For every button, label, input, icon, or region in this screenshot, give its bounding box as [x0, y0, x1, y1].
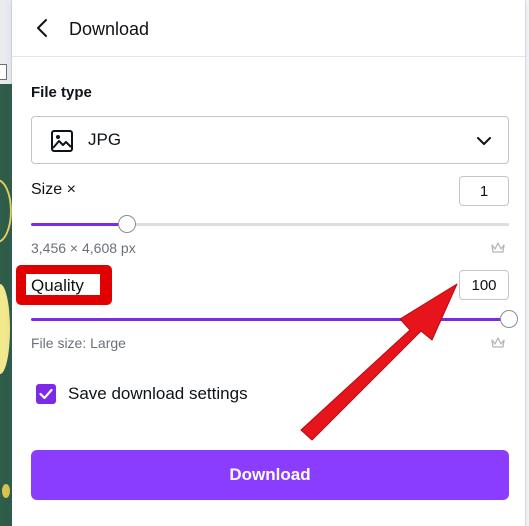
- download-panel: Download File type JPG Size × 3,456 × 4,…: [12, 0, 525, 526]
- size-dimensions: 3,456 × 4,608 px: [31, 240, 136, 256]
- background-edge: [525, 0, 529, 526]
- back-button[interactable]: [30, 16, 54, 40]
- download-button[interactable]: Download: [31, 450, 509, 500]
- size-input[interactable]: [459, 176, 509, 206]
- canvas-decoration: [0, 179, 12, 243]
- image-icon: [51, 130, 73, 152]
- slider-thumb[interactable]: [500, 310, 518, 328]
- canvas-decoration: [2, 484, 10, 498]
- chevron-left-icon: [37, 19, 47, 37]
- background-toolbar-edge: [0, 64, 7, 80]
- chevron-down-icon: [477, 137, 491, 145]
- file-size-text: File size: Large: [31, 335, 126, 351]
- file-type-label: File type: [31, 84, 92, 101]
- background-canvas: [0, 84, 12, 526]
- slider-fill: [31, 318, 509, 321]
- quality-label: Quality: [31, 276, 84, 295]
- save-settings-checkbox[interactable]: [36, 384, 56, 404]
- save-settings-label: Save download settings: [68, 384, 248, 403]
- panel-header: Download: [12, 0, 525, 57]
- page-title: Download: [69, 19, 150, 39]
- size-slider[interactable]: [31, 214, 509, 234]
- file-type-select[interactable]: JPG: [31, 116, 509, 164]
- slider-thumb[interactable]: [117, 215, 136, 233]
- file-type-value: JPG: [88, 130, 122, 149]
- check-icon: [39, 388, 53, 400]
- crown-icon: [491, 337, 505, 348]
- size-label: Size ×: [31, 181, 76, 198]
- slider-fill: [31, 223, 127, 226]
- crown-icon: [491, 242, 505, 253]
- quality-slider[interactable]: [31, 309, 518, 329]
- quality-input[interactable]: [459, 270, 509, 300]
- save-settings-toggle[interactable]: Save download settings: [36, 384, 248, 404]
- canvas-decoration: [0, 284, 10, 374]
